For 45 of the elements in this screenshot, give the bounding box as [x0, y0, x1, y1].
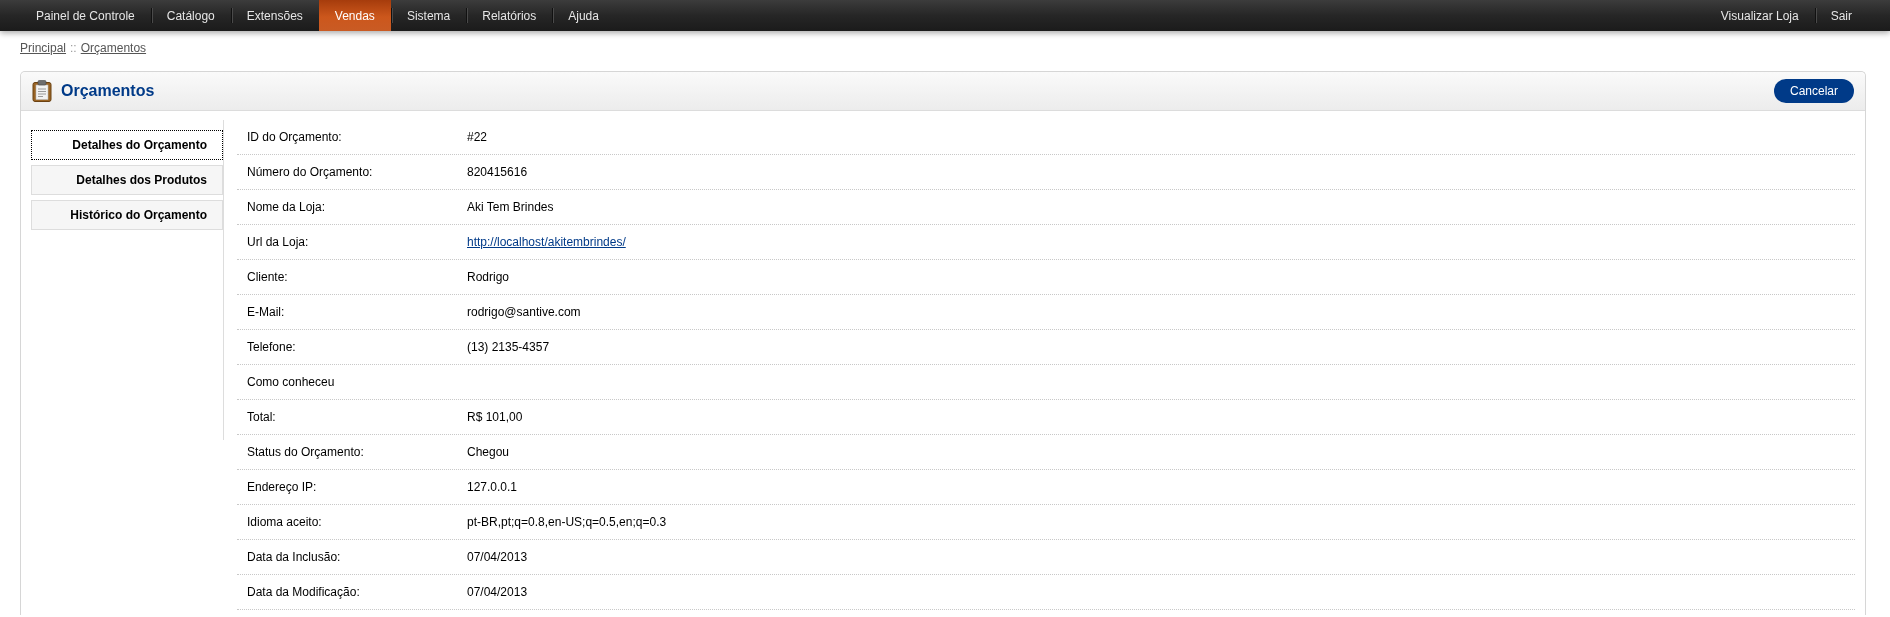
breadcrumb-link[interactable]: Principal	[20, 41, 67, 55]
nav-link[interactable]: Visualizar Loja	[1704, 0, 1815, 31]
detail-value: 07/04/2013	[466, 550, 529, 564]
detail-value: 820415616	[466, 165, 529, 179]
vertical-tab[interactable]: Histórico do Orçamento	[31, 200, 223, 230]
nav-link[interactable]: Sair	[1814, 0, 1868, 31]
detail-value: (13) 2135-4357	[466, 340, 551, 354]
detail-value: R$ 101,00	[466, 410, 524, 424]
nav-menu-item[interactable]: Ajuda	[552, 0, 615, 31]
detail-label: Como conheceu	[246, 375, 336, 389]
nav-menu-item[interactable]: Catálogo	[150, 0, 231, 31]
detail-label: Idioma aceito:	[246, 515, 323, 529]
detail-value: Rodrigo	[466, 270, 511, 284]
detail-value: Aki Tem Brindes	[466, 200, 555, 214]
detail-label: Número do Orçamento:	[246, 165, 374, 179]
detail-label: Telefone:	[246, 340, 297, 354]
detail-label: Status do Orçamento:	[246, 445, 365, 459]
detail-label: Data da Inclusão:	[246, 550, 342, 564]
detail-label: Cliente:	[246, 270, 289, 284]
detail-label: E-Mail:	[246, 305, 286, 319]
panel-title: Orçamentos	[61, 82, 155, 100]
detail-label: Data da Modificação:	[246, 585, 361, 599]
detail-label: Total:	[246, 410, 277, 424]
cancel-button[interactable]: Cancelar	[1773, 79, 1854, 103]
breadcrumb-link[interactable]: Orçamentos	[80, 41, 147, 55]
detail-label: Nome da Loja:	[246, 200, 327, 214]
breadcrumb-separator: ::	[69, 41, 78, 55]
detail-value: pt-BR,pt;q=0.8,en-US;q=0.5,en;q=0.3	[466, 515, 668, 529]
detail-value: 127.0.0.1	[466, 480, 519, 494]
nav-menu-item[interactable]: Vendas	[318, 0, 391, 31]
detail-value: #22	[466, 130, 489, 144]
store-url-link[interactable]: http://localhost/akitembrindes/	[467, 235, 626, 249]
vertical-tab[interactable]: Detalhes dos Produtos	[31, 165, 223, 195]
nav-menu-item[interactable]: Relatórios	[466, 0, 553, 31]
nav-menu-item[interactable]: Painel de Controle	[20, 0, 151, 31]
clipboard-icon	[32, 80, 52, 102]
nav-menu-item[interactable]: Sistema	[390, 0, 467, 31]
detail-label: Url da Loja:	[246, 235, 310, 249]
detail-value: 07/04/2013	[466, 585, 529, 599]
detail-label: ID do Orçamento:	[246, 130, 343, 144]
detail-value: Chegou	[466, 445, 511, 459]
detail-value: rodrigo@santive.com	[466, 305, 582, 319]
vertical-tab[interactable]: Detalhes do Orçamento	[31, 130, 223, 160]
nav-menu-item[interactable]: Extensões	[230, 0, 319, 31]
detail-label: Endereço IP:	[246, 480, 318, 494]
